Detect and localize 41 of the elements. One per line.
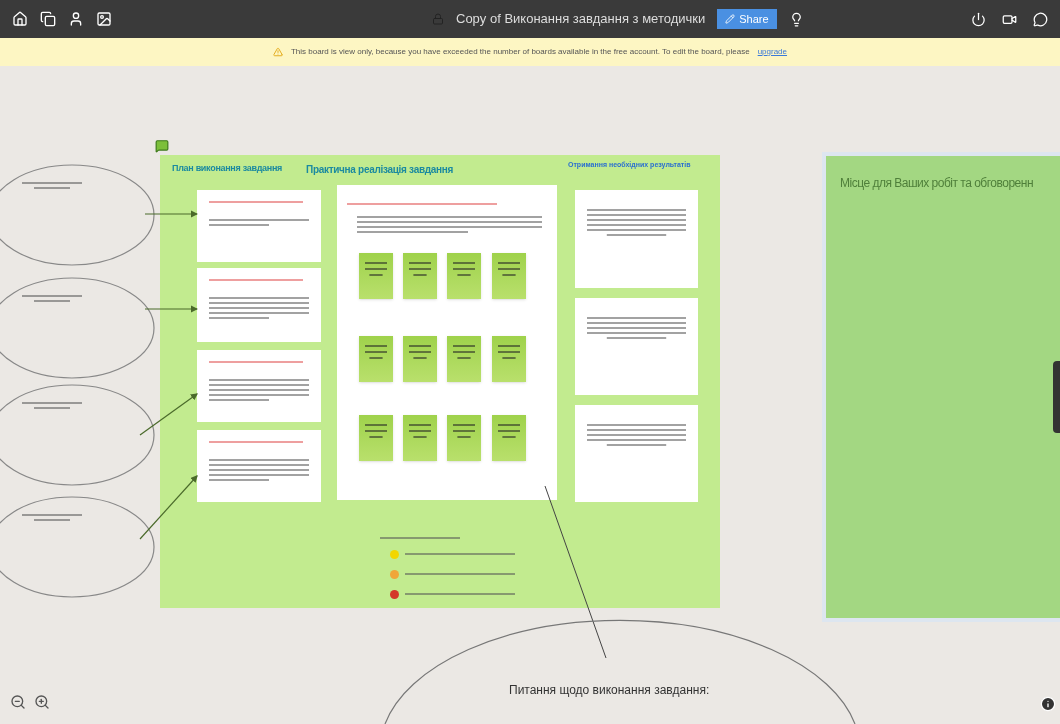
illegible-text-drawing (453, 261, 475, 279)
share-button[interactable]: Share (717, 8, 777, 30)
upgrade-link[interactable]: upgrade (757, 46, 787, 58)
column-heading: Практична реалізація завдання (306, 163, 454, 177)
user-icon[interactable] (68, 11, 84, 27)
connector-arrow (139, 393, 198, 436)
column-heading: План виконання завдання (172, 162, 282, 175)
illegible-text-drawing (365, 344, 387, 362)
illegible-text-drawing (22, 181, 82, 191)
illegible-text-drawing (365, 261, 387, 279)
illegible-text-drawing (22, 401, 82, 411)
frame-title: Місце для Ваших робіт та обговоренн (840, 175, 1034, 192)
home-icon[interactable] (12, 11, 28, 27)
illegible-text-drawing (409, 423, 431, 441)
illegible-text-drawing (498, 344, 520, 362)
zoom-in-icon[interactable] (34, 694, 50, 710)
image-icon[interactable] (96, 11, 112, 27)
power-icon[interactable] (971, 11, 986, 27)
illegible-text-drawing (22, 513, 82, 523)
illegible-text-drawing (409, 344, 431, 362)
illegible-text-drawing (498, 261, 520, 279)
illegible-text-drawing (498, 423, 520, 441)
illegible-text-drawing (365, 423, 387, 441)
lock-icon (432, 13, 444, 25)
illegible-text-drawing (453, 344, 475, 362)
copy-icon[interactable] (40, 11, 56, 27)
question-text: Питання щодо виконання завдання: (509, 682, 710, 699)
illegible-text-drawing (409, 261, 431, 279)
pencil-icon (725, 14, 736, 24)
comment-icon[interactable] (155, 139, 169, 153)
help-icon[interactable] (1040, 696, 1056, 712)
illegible-text-drawing (453, 423, 475, 441)
board-title: Copy of Виконання завдання з методички (456, 10, 706, 29)
zoom-out-icon[interactable] (10, 694, 26, 710)
illegible-text-drawing (22, 294, 82, 304)
banner-message: This board is view only, because you have exceeded the number of boards available in the free account. To edit the board, please (291, 46, 750, 58)
chat-icon[interactable] (1033, 11, 1048, 27)
warning-icon (273, 47, 283, 57)
connector-arrow (144, 305, 199, 313)
connector-arrow (144, 210, 199, 218)
connector-arrow (139, 475, 198, 540)
